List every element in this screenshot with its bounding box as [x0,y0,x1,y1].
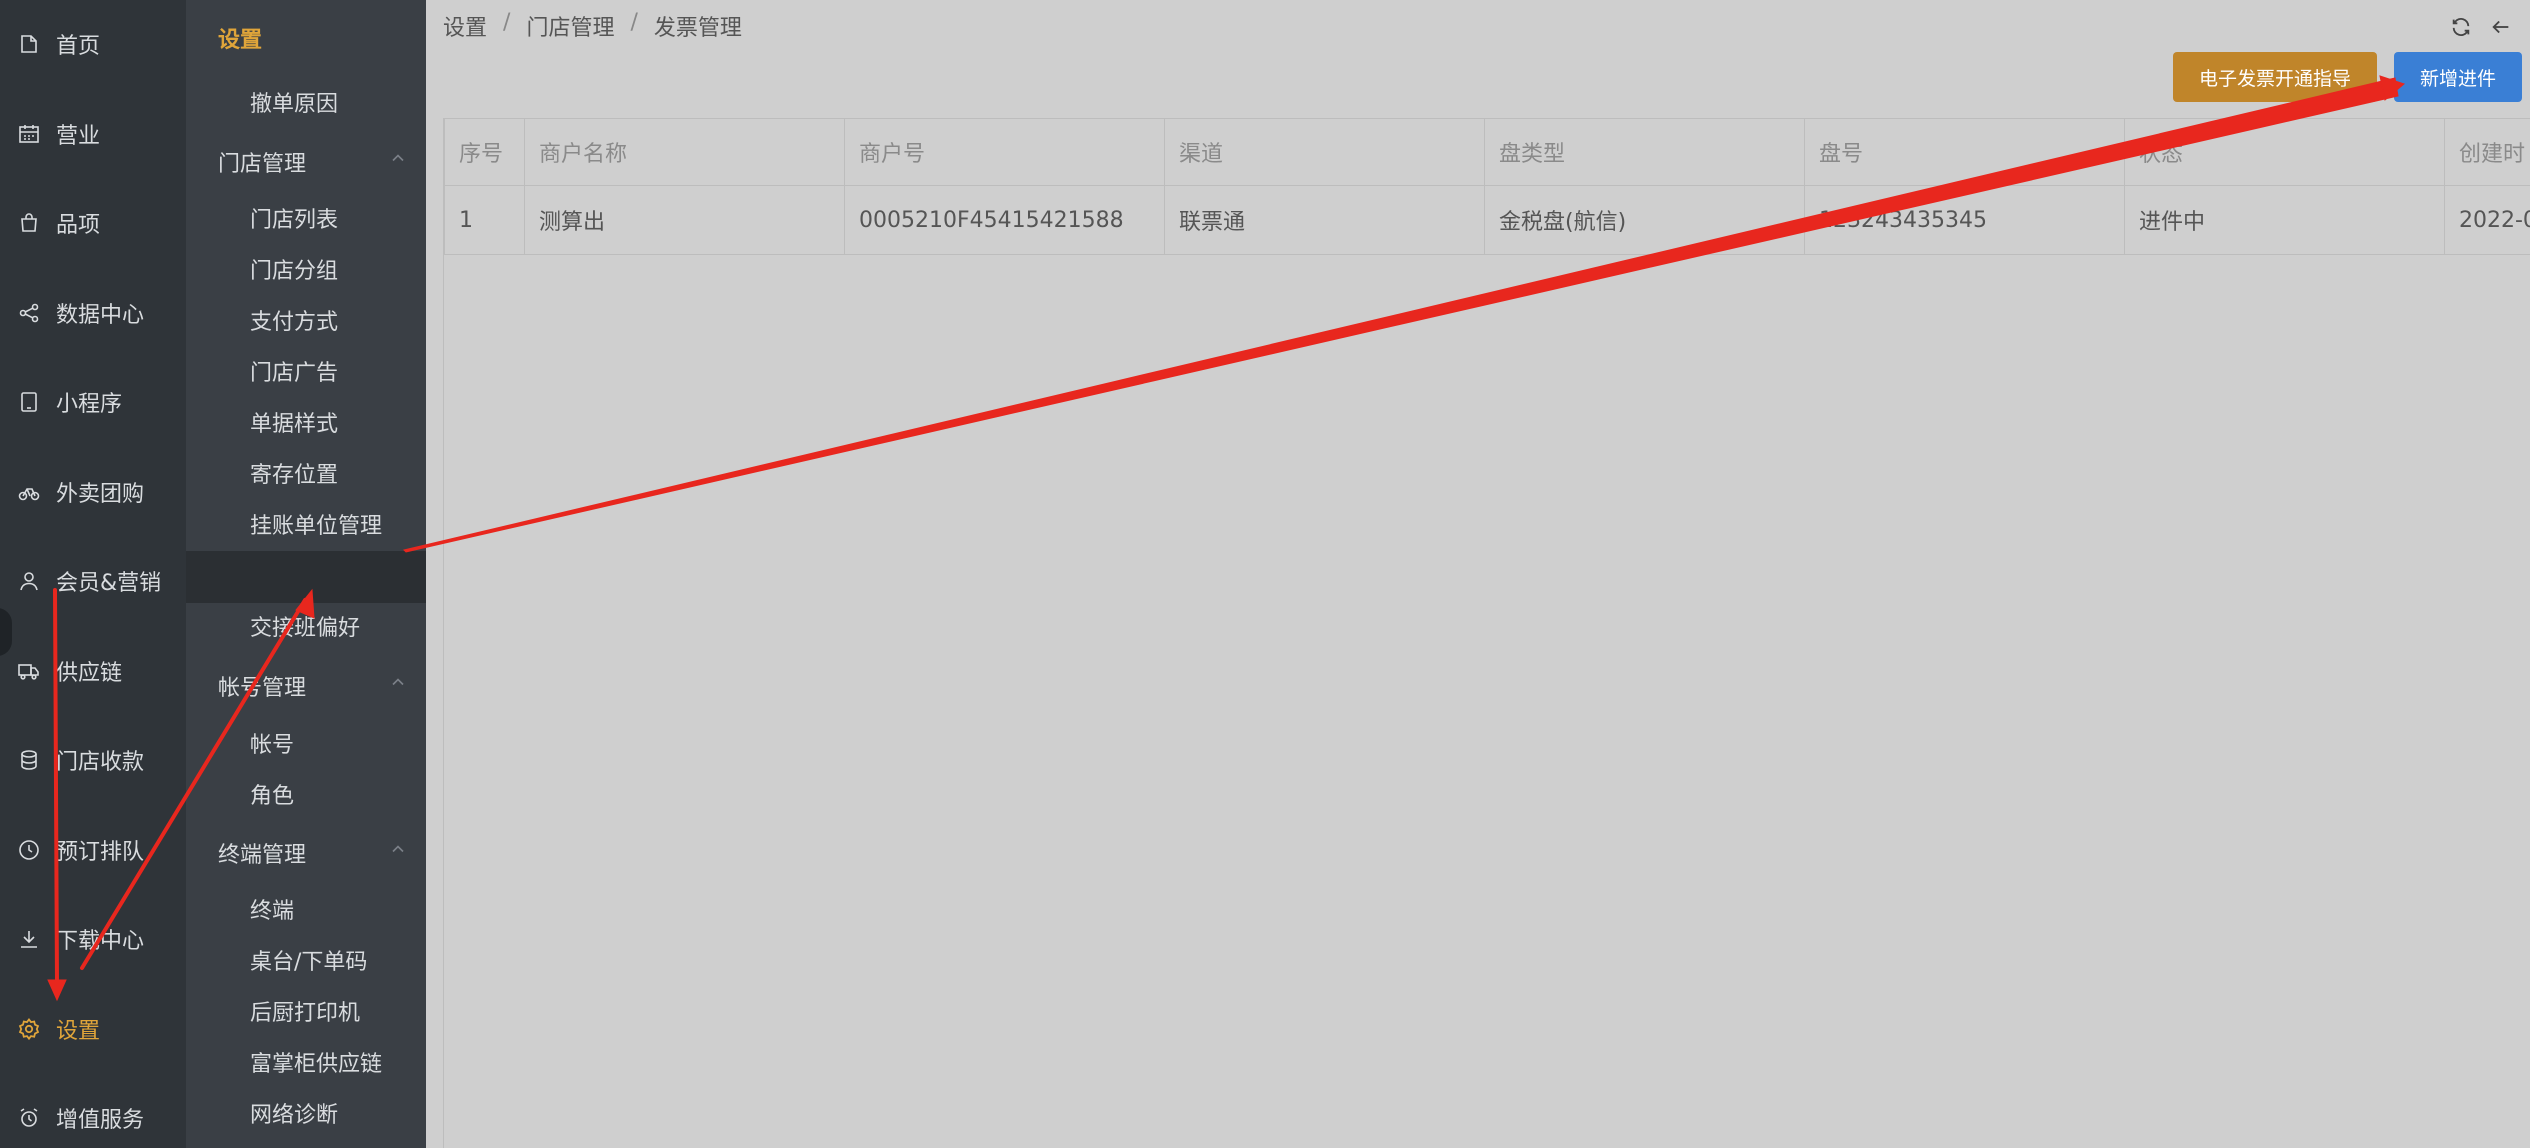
nav-item[interactable]: 供应链 [0,641,186,701]
menu-item[interactable]: 门店列表 [250,202,338,234]
nav-item[interactable]: 外卖团购 [0,462,186,522]
database-icon [16,747,42,773]
menu-item[interactable]: 交接班偏好 [250,610,360,642]
truck-icon [16,658,42,684]
column-header: 盘类型 [1484,118,1805,186]
column-header: 序号 [444,118,525,186]
menu-group-label: 门店管理 [218,152,307,177]
add-application-button[interactable]: 新增进件 [2394,52,2522,102]
refresh-icon[interactable] [2448,14,2474,40]
tablet-icon [16,389,42,415]
menu-item[interactable]: 桌台/下单码 [250,944,367,976]
nav-item-label: 数据中心 [56,302,145,328]
nav-item-label: 供应链 [56,660,123,686]
nav-item-label: 外卖团购 [56,481,145,507]
home-icon [16,31,42,57]
nav-item[interactable]: 预订排队 [0,820,186,880]
table-header-row: 序号 商户名称 商户号 渠道 盘类型 盘号 状态 创建时 [444,118,2530,186]
menu-item[interactable]: 网络诊断 [250,1097,338,1129]
menu-item[interactable]: 挂账单位管理 [250,508,382,540]
menu-item[interactable]: 撤单原因 [250,86,338,118]
menu-item[interactable]: 角色 [250,778,294,810]
breadcrumb-item-store-management[interactable]: 门店管理 [526,10,614,42]
nav-item[interactable]: 品项 [0,193,186,253]
column-header: 盘号 [1804,118,2125,186]
menu-item[interactable]: 支付方式 [250,304,338,336]
table-cell: 0005210F45415421588 [844,185,1165,255]
calendar-icon [16,121,42,147]
nav-item-label: 首页 [56,34,101,59]
breadcrumb-item-invoice-management: 发票管理 [653,16,742,41]
nav-item[interactable]: 营业 [0,104,186,164]
table-cell: 金税盘(航信) [1484,185,1805,255]
menu-group-label: 终端管理 [218,843,307,868]
clock-icon [16,837,42,863]
secondary-sidebar-title: 设置 [218,28,263,53]
chevron-up-icon [388,672,408,692]
column-header: 商户号 [844,118,1165,186]
bag-icon [16,210,42,236]
nav-item-label: 预订排队 [56,839,145,865]
nav-item[interactable]: 首页 [0,14,186,74]
nav-item[interactable]: 设置 [0,999,186,1059]
table-cell: 123243435345 [1804,185,2125,255]
menu-item[interactable]: 后厨打印机 [250,995,360,1027]
nav-item-label: 会员&营销 [56,571,162,596]
nav-item[interactable]: 增值服务 [0,1088,186,1148]
menu-group[interactable]: 帐号管理 [218,670,408,702]
menu-item[interactable]: 门店分组 [250,253,338,285]
e-invoice-guide-button[interactable]: 电子发票开通指导 [2173,52,2377,102]
table-cell: 2022-0 [2444,185,2530,255]
column-header: 渠道 [1164,118,1485,186]
nav-item-label: 门店收款 [56,750,145,775]
menu-item[interactable]: 帐号 [250,727,294,759]
table-cell: 联票通 [1164,185,1485,255]
bike-icon [16,479,42,505]
table-cell: 进件中 [2124,185,2445,255]
nav-item[interactable]: 门店收款 [0,730,186,790]
breadcrumb: 设置 / 门店管理 / 发票管理 [443,10,742,42]
top-actions [2448,14,2514,40]
nav-item-label: 增值服务 [56,1108,145,1133]
nav-item-label: 设置 [56,1018,101,1044]
menu-item[interactable]: 终端 [250,893,294,925]
nav-item-label: 营业 [56,123,101,149]
nav-item-label: 品项 [56,213,101,238]
invoice-table: 序号 商户名称 商户号 渠道 盘类型 盘号 状态 创建时 1 测算出 00052… [444,118,2530,255]
back-arrow-icon[interactable] [2488,14,2514,40]
table-row[interactable]: 1 测算出 0005210F45415421588 联票通 金税盘(航信) 12… [444,185,2530,255]
alarm-icon [16,1105,42,1131]
nav-item[interactable]: 会员&营销 [0,551,186,611]
menu-group[interactable]: 终端管理 [218,837,408,869]
nav-item[interactable]: 小程序 [0,372,186,432]
column-header: 商户名称 [524,118,845,186]
chevron-up-icon [388,839,408,859]
menu-item[interactable]: 寄存位置 [250,457,338,489]
nav-item-label: 下载中心 [56,929,145,954]
menu-item[interactable]: 富掌柜供应链 [250,1046,382,1078]
share-icon [16,300,42,326]
menu-group[interactable]: 门店管理 [218,146,408,178]
menu-group-label: 帐号管理 [218,676,307,701]
column-header: 状态 [2124,118,2445,186]
menu-item[interactable]: 门店广告 [250,355,338,387]
nav-item[interactable]: 下载中心 [0,909,186,969]
gear-icon [16,1016,42,1042]
breadcrumb-item-settings[interactable]: 设置 [443,10,487,42]
download-icon [16,926,42,952]
chevron-up-icon [388,148,408,168]
active-menu-highlight [186,551,426,603]
menu-item[interactable]: 单据样式 [250,406,338,438]
nav-item[interactable]: 数据中心 [0,283,186,343]
breadcrumb-separator: / [630,10,638,35]
primary-sidebar: 首页营业品项数据中心小程序外卖团购会员&营销供应链门店收款预订排队下载中心设置增… [0,0,186,1148]
nav-item-label: 小程序 [56,392,123,417]
breadcrumb-separator: / [503,10,511,35]
user-icon [16,568,42,594]
table-cell: 1 [444,185,525,255]
table-cell: 测算出 [524,185,845,255]
column-header: 创建时 [2444,118,2530,186]
invoice-table-panel: 序号 商户名称 商户号 渠道 盘类型 盘号 状态 创建时 1 测算出 00052… [443,118,2530,1148]
